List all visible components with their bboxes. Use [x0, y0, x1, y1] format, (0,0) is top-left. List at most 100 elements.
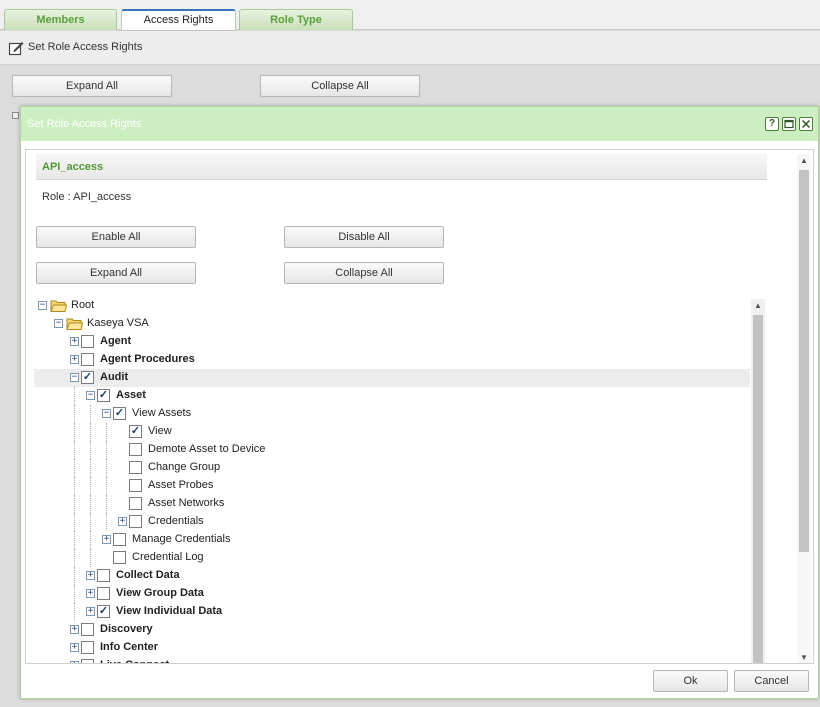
tab-access-rights[interactable]: Access Rights: [121, 9, 236, 31]
permission-checkbox[interactable]: [81, 335, 94, 348]
tree-node[interactable]: + Discovery: [34, 621, 750, 639]
permission-checkbox[interactable]: [81, 623, 94, 636]
section-title: Set Role Access Rights: [28, 41, 143, 53]
tab-role-type[interactable]: Role Type: [239, 9, 353, 30]
expand-icon[interactable]: +: [102, 535, 111, 544]
permission-checkbox[interactable]: [97, 587, 110, 600]
collapse-icon[interactable]: −: [54, 319, 63, 328]
expand-icon[interactable]: +: [86, 571, 95, 580]
dialog-header: Set Role Access Rights ?: [21, 107, 818, 141]
permission-checkbox[interactable]: [113, 551, 126, 564]
dialog-body: API_access Role : API_access Enable All …: [25, 149, 814, 664]
expand-icon[interactable]: +: [86, 589, 95, 598]
tree-node-label: View Group Data: [116, 587, 204, 599]
permission-checkbox[interactable]: ✓: [113, 407, 126, 420]
permission-checkbox[interactable]: [97, 569, 110, 582]
enable-all-button[interactable]: Enable All: [36, 226, 196, 248]
tree-node[interactable]: − Kaseya VSA: [34, 315, 750, 333]
tree-guide-line: [106, 477, 107, 495]
tab-members[interactable]: Members: [4, 9, 117, 30]
role-header-title: API_access: [42, 161, 104, 173]
expand-icon[interactable]: +: [70, 337, 79, 346]
permission-checkbox[interactable]: [129, 443, 142, 456]
permission-checkbox[interactable]: [81, 659, 94, 663]
tree-node-label: Asset Networks: [148, 497, 225, 509]
tree-node[interactable]: Asset Probes: [34, 477, 750, 495]
permission-checkbox[interactable]: ✓: [97, 605, 110, 618]
tree-node[interactable]: Credential Log: [34, 549, 750, 567]
ok-button[interactable]: Ok: [653, 670, 728, 692]
expand-all-button[interactable]: Expand All: [36, 262, 196, 284]
permission-checkbox[interactable]: ✓: [81, 371, 94, 384]
tree-node-label: Info Center: [100, 641, 159, 653]
tree-node[interactable]: + Manage Credentials: [34, 531, 750, 549]
collapse-icon[interactable]: −: [102, 409, 111, 418]
tree-guide-line: [74, 405, 75, 423]
tree-guide-line: [74, 585, 75, 603]
permission-checkbox[interactable]: [113, 533, 126, 546]
dialog-scrollbar[interactable]: ▲ ▼: [797, 154, 811, 663]
disable-all-button[interactable]: Disable All: [284, 226, 444, 248]
tree-guide-line: [90, 423, 91, 441]
tree-node-label: Demote Asset to Device: [148, 443, 266, 455]
tree-node[interactable]: + ✓ View Individual Data: [34, 603, 750, 621]
collapse-all-button[interactable]: Collapse All: [284, 262, 444, 284]
tree-guide-line: [106, 495, 107, 513]
help-icon[interactable]: ?: [765, 117, 779, 131]
tree-node[interactable]: + View Group Data: [34, 585, 750, 603]
permission-checkbox[interactable]: [81, 353, 94, 366]
tree-guide-line: [106, 459, 107, 477]
tree-guide-line: [74, 441, 75, 459]
permission-checkbox[interactable]: [129, 461, 142, 474]
tree-node-label: Agent Procedures: [100, 353, 195, 365]
dialog-scroll-down-icon[interactable]: ▼: [797, 651, 811, 663]
expand-icon[interactable]: +: [118, 517, 127, 526]
tree-node-label: Credential Log: [132, 551, 204, 563]
tree-guide-line: [90, 459, 91, 477]
tree-guide-line: [74, 549, 75, 567]
scroll-up-icon[interactable]: ▲: [751, 299, 765, 313]
bg-collapse-all-button[interactable]: Collapse All: [260, 75, 420, 97]
tree-node[interactable]: + Agent: [34, 333, 750, 351]
expand-icon[interactable]: +: [70, 643, 79, 652]
close-icon[interactable]: [799, 117, 813, 131]
collapse-icon[interactable]: −: [38, 301, 47, 310]
tree-guide-line: [90, 513, 91, 531]
tree-guide-line: [90, 549, 91, 567]
tree-node[interactable]: + Collect Data: [34, 567, 750, 585]
collapse-icon[interactable]: −: [86, 391, 95, 400]
tree-node-label: Kaseya VSA: [87, 317, 149, 329]
dialog-scroll-up-icon[interactable]: ▲: [797, 154, 811, 168]
tree-node[interactable]: − Root: [34, 297, 750, 315]
tree-node[interactable]: + Credentials: [34, 513, 750, 531]
collapse-icon[interactable]: −: [70, 373, 79, 382]
permission-checkbox[interactable]: [129, 479, 142, 492]
bg-expand-all-button[interactable]: Expand All: [12, 75, 172, 97]
dialog-scroll-thumb[interactable]: [799, 170, 809, 552]
permission-checkbox[interactable]: ✓: [97, 389, 110, 402]
tree-node[interactable]: + Agent Procedures: [34, 351, 750, 369]
tree-scrollbar[interactable]: ▲: [751, 299, 765, 663]
tree-node[interactable]: − ✓ Audit: [34, 369, 750, 387]
permission-checkbox[interactable]: ✓: [129, 425, 142, 438]
tree-scroll-thumb[interactable]: [753, 315, 763, 663]
permission-checkbox[interactable]: [129, 515, 142, 528]
tree-node[interactable]: + Info Center: [34, 639, 750, 657]
tree-node[interactable]: − ✓ Asset: [34, 387, 750, 405]
tree-node[interactable]: ✓ View: [34, 423, 750, 441]
tree-node[interactable]: Asset Networks: [34, 495, 750, 513]
tree-guide-line: [106, 423, 107, 441]
expand-icon[interactable]: +: [70, 661, 79, 663]
tree-node[interactable]: Demote Asset to Device: [34, 441, 750, 459]
cancel-button[interactable]: Cancel: [734, 670, 809, 692]
tree-node[interactable]: − ✓ View Assets: [34, 405, 750, 423]
maximize-icon[interactable]: [782, 117, 796, 131]
expand-icon[interactable]: +: [86, 607, 95, 616]
expand-icon[interactable]: +: [70, 625, 79, 634]
tree-node[interactable]: Change Group: [34, 459, 750, 477]
permission-checkbox[interactable]: [129, 497, 142, 510]
tree-node[interactable]: + Live Connect: [34, 657, 750, 663]
expand-icon[interactable]: +: [70, 355, 79, 364]
permission-checkbox[interactable]: [81, 641, 94, 654]
bg-tree-collapse-icon[interactable]: [12, 112, 19, 119]
